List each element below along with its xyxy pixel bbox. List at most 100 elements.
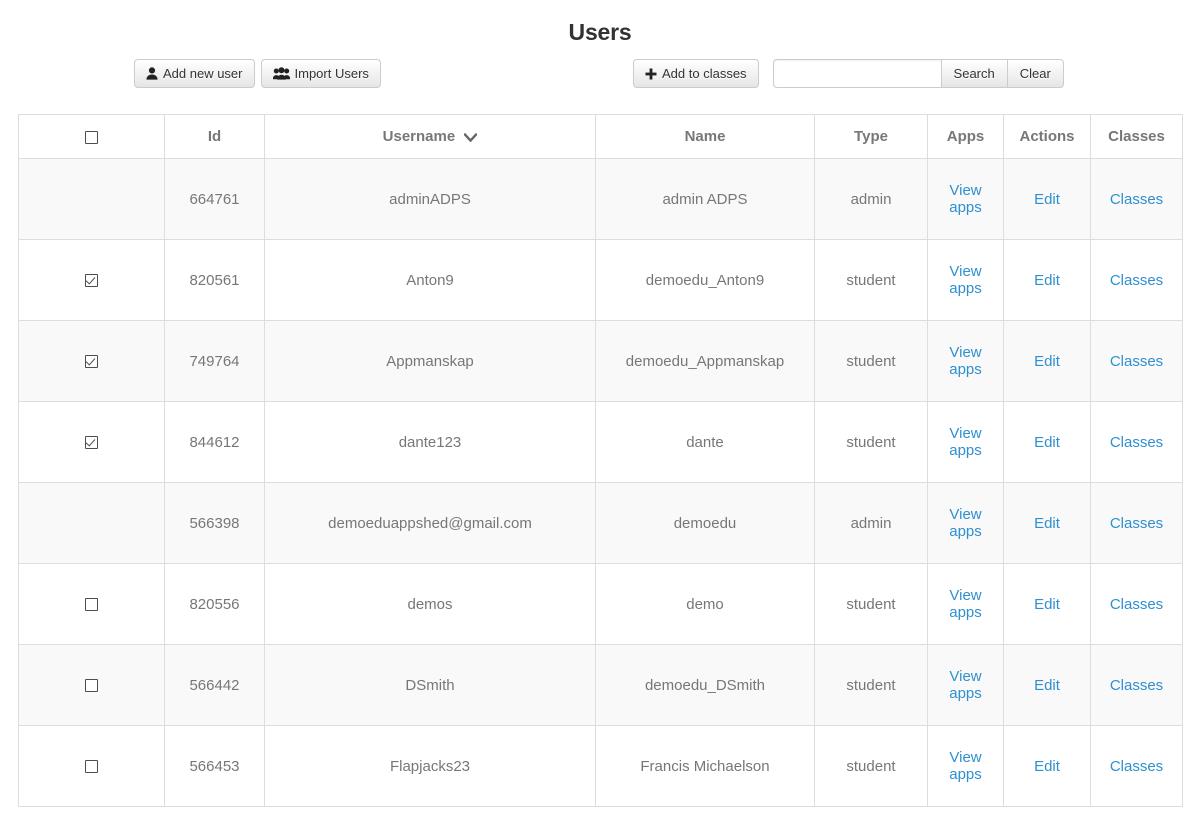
cell-classes: Classes (1090, 401, 1183, 483)
view-apps-link[interactable]: View apps (949, 182, 982, 216)
chevron-down-icon (464, 132, 478, 142)
classes-link[interactable]: Classes (1110, 434, 1163, 451)
classes-link[interactable]: Classes (1110, 758, 1163, 775)
classes-link[interactable]: Classes (1110, 272, 1163, 289)
column-header-name-label: Name (684, 128, 726, 145)
cell-name: admin ADPS (595, 158, 815, 240)
edit-link[interactable]: Edit (1034, 677, 1060, 694)
row-select-cell (18, 563, 165, 645)
column-header-apps[interactable]: Apps (927, 114, 1004, 159)
add-to-classes-button[interactable]: Add to classes (633, 59, 759, 88)
column-header-username[interactable]: Username (264, 114, 596, 159)
view-apps-link[interactable]: View apps (949, 344, 982, 378)
column-header-id[interactable]: Id (164, 114, 265, 159)
cell-id: 664761 (164, 158, 265, 240)
row-select-checkbox[interactable] (85, 436, 98, 450)
table-row: 566453 Flapjacks23 Francis Michaelson stude… (18, 725, 1183, 807)
cell-name: demoedu_Appmanskap (595, 320, 815, 402)
cell-name: demoedu_Anton9 (595, 239, 815, 321)
cell-actions: Edit (1003, 644, 1091, 726)
cell-classes: Classes (1090, 725, 1183, 807)
cell-name: dante (595, 401, 815, 483)
cell-type: student (814, 563, 928, 645)
cell-type: admin (814, 482, 928, 564)
plus-icon (645, 68, 657, 80)
import-users-button[interactable]: Import Users (260, 59, 381, 88)
cell-username: Flapjacks23 (264, 725, 596, 807)
edit-link[interactable]: Edit (1034, 758, 1060, 775)
cell-classes: Classes (1090, 320, 1183, 402)
cell-apps: View apps (927, 401, 1004, 483)
view-apps-link[interactable]: View apps (949, 425, 982, 459)
cell-id: 844612 (164, 401, 265, 483)
column-header-id-label: Id (207, 128, 222, 145)
toolbar-right-controls: Add to classes Search Clear (633, 59, 1064, 88)
cell-actions: Edit (1003, 563, 1091, 645)
cell-classes: Classes (1090, 563, 1183, 645)
cell-username: Appmanskap (264, 320, 596, 402)
view-apps-link[interactable]: View apps (949, 668, 982, 702)
view-apps-link[interactable]: View apps (949, 749, 982, 783)
column-header-name[interactable]: Name (595, 114, 815, 159)
classes-link[interactable]: Classes (1110, 515, 1163, 532)
cell-name: Francis Michaelson (595, 725, 815, 807)
cell-type: admin (814, 158, 928, 240)
search-button[interactable]: Search (940, 59, 1008, 88)
edit-link[interactable]: Edit (1034, 353, 1060, 370)
classes-link[interactable]: Classes (1110, 677, 1163, 694)
classes-link[interactable]: Classes (1110, 353, 1163, 370)
view-apps-link[interactable]: View apps (949, 263, 982, 297)
edit-link[interactable]: Edit (1034, 515, 1060, 532)
cell-username: DSmith (264, 644, 596, 726)
select-all-checkbox[interactable] (85, 130, 98, 144)
view-apps-link[interactable]: View apps (949, 506, 982, 540)
row-select-checkbox[interactable] (85, 679, 98, 693)
column-header-classes-label: Classes (1108, 128, 1165, 145)
column-header-classes[interactable]: Classes (1090, 114, 1183, 159)
cell-actions: Edit (1003, 158, 1091, 240)
classes-link[interactable]: Classes (1110, 191, 1163, 208)
cell-username: dante123 (264, 401, 596, 483)
edit-link[interactable]: Edit (1034, 272, 1060, 289)
table-header-row: Id Username Name Type Apps Actions Class… (18, 114, 1183, 159)
add-new-user-button[interactable]: Add new user (134, 59, 255, 88)
edit-link[interactable]: Edit (1034, 596, 1060, 613)
row-select-checkbox[interactable] (85, 355, 98, 369)
edit-link[interactable]: Edit (1034, 434, 1060, 451)
search-group: Search Clear (772, 59, 1064, 88)
cell-id: 566453 (164, 725, 265, 807)
table-row: 749764 Appmanskap demoedu_Appmanskap studen… (18, 320, 1183, 402)
clear-button[interactable]: Clear (1007, 59, 1064, 88)
view-apps-link[interactable]: View apps (949, 587, 982, 621)
cell-apps: View apps (927, 320, 1004, 402)
cell-apps: View apps (927, 725, 1004, 807)
cell-type: student (814, 401, 928, 483)
table-row: 820556 demos demo student View apps Edit Class… (18, 563, 1183, 645)
cell-username: Anton9 (264, 239, 596, 321)
cell-apps: View apps (927, 158, 1004, 240)
users-table-container: Id Username Name Type Apps Actions Class… (18, 114, 1183, 807)
row-select-cell (18, 401, 165, 483)
cell-id: 749764 (164, 320, 265, 402)
row-select-cell (18, 644, 165, 726)
page-title: Users (568, 19, 632, 45)
cell-type: student (814, 644, 928, 726)
cell-username: adminADPS (264, 158, 596, 240)
row-select-cell (18, 239, 165, 321)
row-select-checkbox[interactable] (85, 274, 98, 288)
add-new-user-label: Add new user (163, 66, 243, 81)
column-header-actions[interactable]: Actions (1003, 114, 1091, 159)
user-icon (146, 67, 158, 80)
row-select-checkbox[interactable] (85, 598, 98, 612)
column-header-type-label: Type (854, 128, 888, 145)
classes-link[interactable]: Classes (1110, 596, 1163, 613)
cell-actions: Edit (1003, 401, 1091, 483)
search-input[interactable] (772, 59, 941, 88)
table-row: 844612 dante123 dante student View apps Edit C… (18, 401, 1183, 483)
cell-name: demoedu_DSmith (595, 644, 815, 726)
cell-type: student (814, 725, 928, 807)
cell-type: student (814, 320, 928, 402)
row-select-checkbox[interactable] (85, 760, 98, 774)
edit-link[interactable]: Edit (1034, 191, 1060, 208)
column-header-type[interactable]: Type (814, 114, 928, 159)
